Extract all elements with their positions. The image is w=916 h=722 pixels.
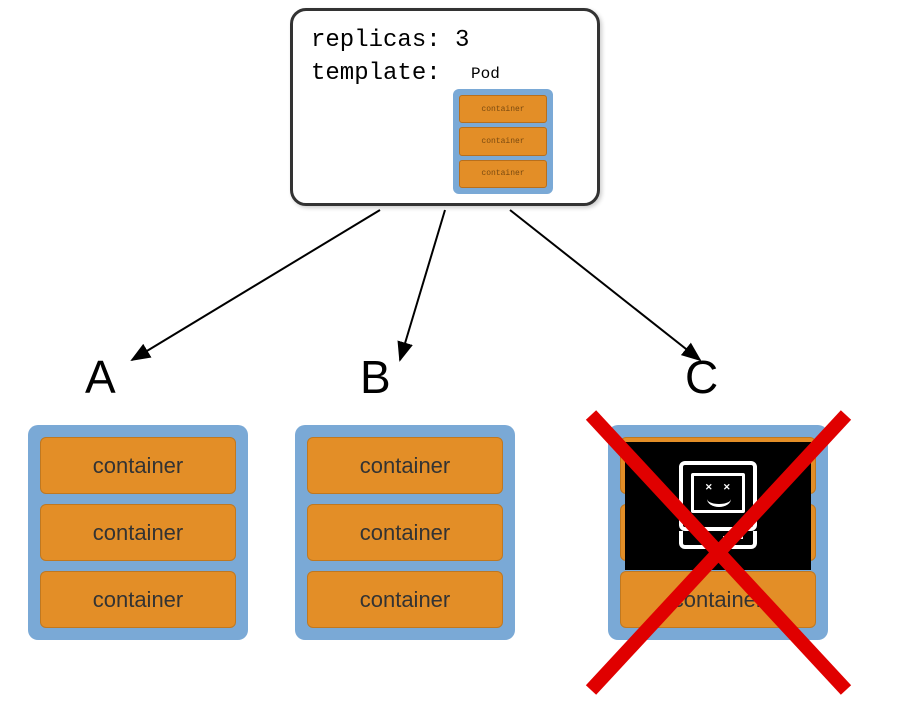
pod-template-icon: container container container [453, 89, 553, 194]
pod-template-label: Pod [471, 65, 500, 83]
container-box: container [307, 504, 503, 561]
sad-mac-icon: ✕ ✕ [679, 461, 757, 551]
mini-container: container [459, 95, 547, 123]
pod-b: container container container [295, 425, 515, 640]
mini-container: container [459, 127, 547, 155]
template-text: template: [311, 60, 579, 87]
container-box: container [40, 504, 236, 561]
container-box: container [307, 437, 503, 494]
container-box: container [620, 571, 816, 628]
pod-label-c: C [685, 350, 718, 404]
pod-label-b: B [360, 350, 391, 404]
mini-container: container [459, 160, 547, 188]
pod-label-a: A [85, 350, 116, 404]
container-box: container [307, 571, 503, 628]
replicas-text: replicas: 3 [311, 27, 579, 54]
deployment-spec-box: replicas: 3 template: Pod container cont… [290, 8, 600, 206]
crash-screen-icon: ✕ ✕ [625, 442, 811, 570]
container-box: container [40, 571, 236, 628]
pod-a: container container container [28, 425, 248, 640]
container-box: container [40, 437, 236, 494]
